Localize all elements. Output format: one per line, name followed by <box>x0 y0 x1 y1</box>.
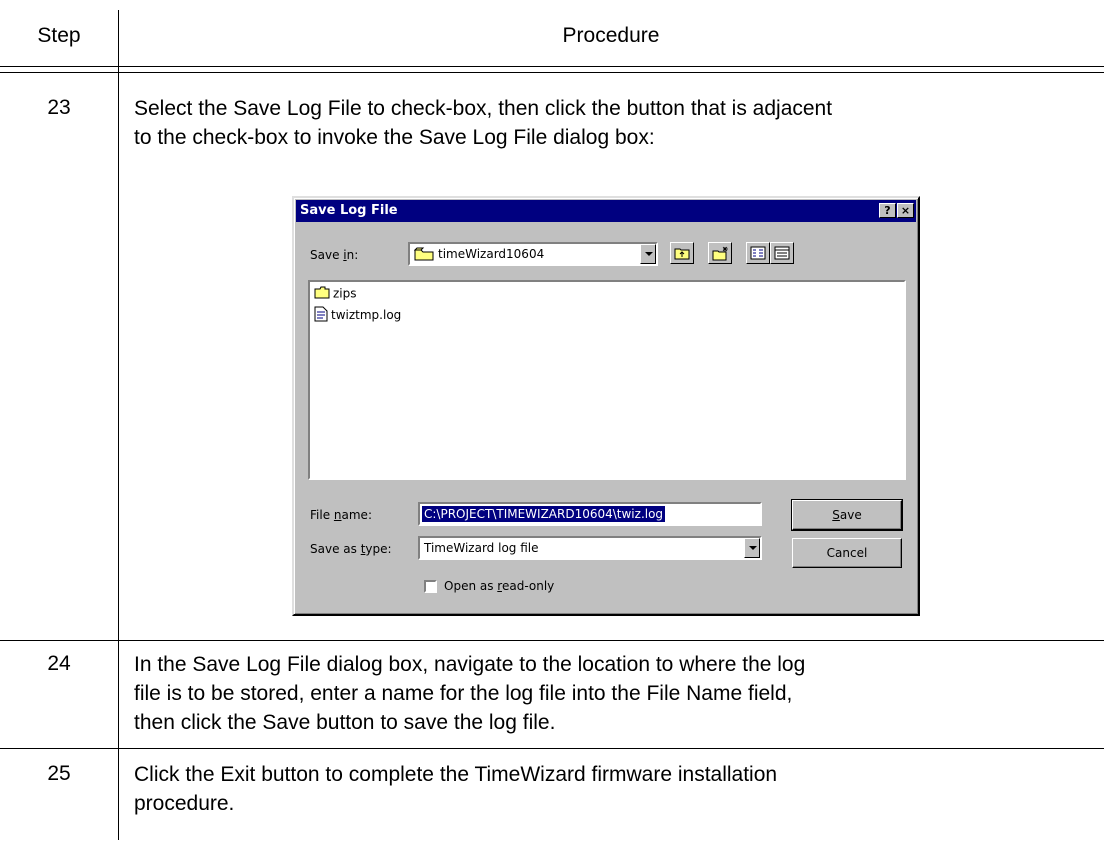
file-list[interactable]: zips twiztmp.log <box>308 280 906 480</box>
save-button[interactable]: Save <box>791 499 903 531</box>
text-line: Select the Save Log File to check-box, t… <box>134 97 833 120</box>
column-divider <box>118 10 119 840</box>
text-line: In the Save Log File dialog box, navigat… <box>134 653 806 676</box>
header-procedure: Procedure <box>562 24 660 47</box>
new-folder-button[interactable] <box>708 242 732 264</box>
list-view-button[interactable] <box>746 242 770 264</box>
folder-icon <box>314 286 330 302</box>
close-button[interactable]: × <box>897 203 914 218</box>
help-button[interactable]: ? <box>879 203 896 218</box>
dialog-titlebar: Save Log File ? × <box>296 200 916 222</box>
text-line: file is to be stored, enter a name for t… <box>134 682 793 705</box>
step-text: Click the Exit button to complete the Ti… <box>134 760 1074 818</box>
save-in-label: Save in: <box>310 248 359 262</box>
save-log-file-dialog: Save Log File ? × Save in: timeWizard106… <box>292 196 920 616</box>
details-view-icon <box>774 246 790 263</box>
folder-icon <box>413 247 434 264</box>
header-step: Step <box>37 24 81 47</box>
save-as-type-label: Save as type: <box>310 542 392 556</box>
step-text: Select the Save Log File to check-box, t… <box>134 94 1074 152</box>
file-name: zips <box>333 286 357 301</box>
save-as-type-select[interactable]: TimeWizard log file <box>418 536 762 560</box>
up-folder-button[interactable] <box>670 242 694 264</box>
chevron-down-icon[interactable] <box>744 538 760 558</box>
open-read-only-label: Open as read-only <box>444 579 555 593</box>
dialog-title: Save Log File <box>300 203 398 218</box>
text-line: to the check-box to invoke the Save Log … <box>134 126 655 149</box>
file-name-input[interactable]: C:\PROJECT\TIMEWIZARD10604\twiz.log <box>418 502 762 526</box>
new-folder-icon <box>712 246 730 264</box>
chevron-down-icon[interactable] <box>640 244 656 264</box>
file-name: twiztmp.log <box>331 308 402 322</box>
list-view-icon <box>750 246 766 263</box>
save-in-value: timeWizard10604 <box>438 247 545 261</box>
list-item[interactable]: zips <box>314 286 357 302</box>
row-divider <box>0 640 1104 641</box>
text-file-icon <box>314 306 328 325</box>
header-rule-top <box>0 66 1104 67</box>
text-line: procedure. <box>134 792 235 815</box>
row-divider <box>0 748 1104 749</box>
text-line: then click the Save button to save the l… <box>134 711 556 734</box>
file-name-label: File name: <box>310 508 372 522</box>
save-button-label: ave <box>839 508 862 522</box>
save-button-mnemonic: S <box>832 508 840 522</box>
step-number: 25 <box>47 762 71 785</box>
list-item[interactable]: twiztmp.log <box>314 306 401 325</box>
step-number: 23 <box>47 96 71 119</box>
save-in-combo[interactable]: timeWizard10604 <box>408 242 658 266</box>
save-as-type-value: TimeWizard log file <box>424 541 539 555</box>
step-number: 24 <box>47 652 71 675</box>
cancel-button[interactable]: Cancel <box>792 538 902 568</box>
header-rule-bottom <box>0 72 1104 73</box>
open-read-only-checkbox[interactable] <box>424 580 437 593</box>
text-line: Click the Exit button to complete the Ti… <box>134 763 778 786</box>
up-folder-icon <box>674 246 690 263</box>
file-name-value: C:\PROJECT\TIMEWIZARD10604\twiz.log <box>422 506 666 522</box>
step-text: In the Save Log File dialog box, navigat… <box>134 650 1074 737</box>
details-view-button[interactable] <box>770 242 794 264</box>
